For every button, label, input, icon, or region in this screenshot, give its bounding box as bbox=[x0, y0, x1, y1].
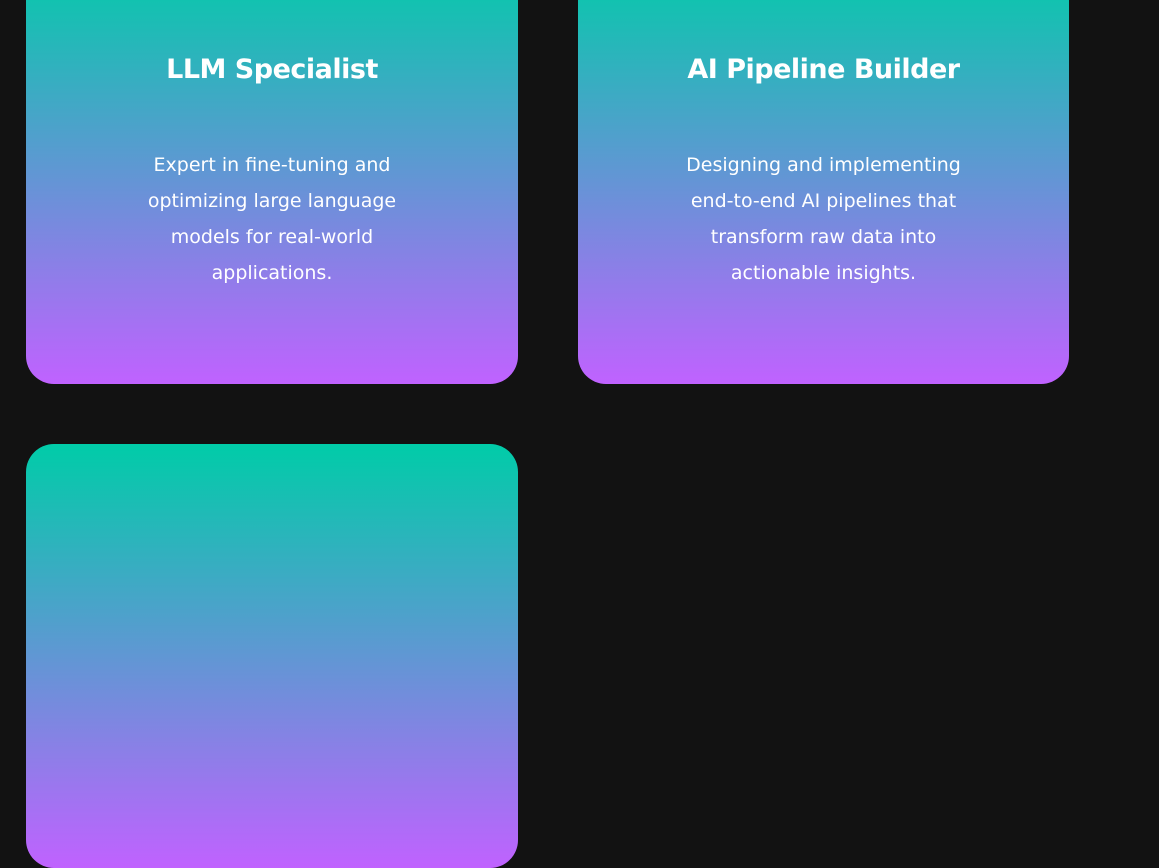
skill-card-third bbox=[26, 444, 518, 868]
card-description: Expert in fine-tuning and optimizing lar… bbox=[147, 154, 397, 284]
card-title: AI Pipeline Builder bbox=[687, 54, 960, 85]
card-description: Designing and implementing end-to-end AI… bbox=[686, 154, 961, 284]
skill-card-llm-specialist: LLM Specialist Expert in fine-tuning and… bbox=[26, 0, 518, 384]
skill-card-ai-pipeline-builder: AI Pipeline Builder Designing and implem… bbox=[578, 0, 1069, 384]
card-title: LLM Specialist bbox=[166, 54, 378, 85]
